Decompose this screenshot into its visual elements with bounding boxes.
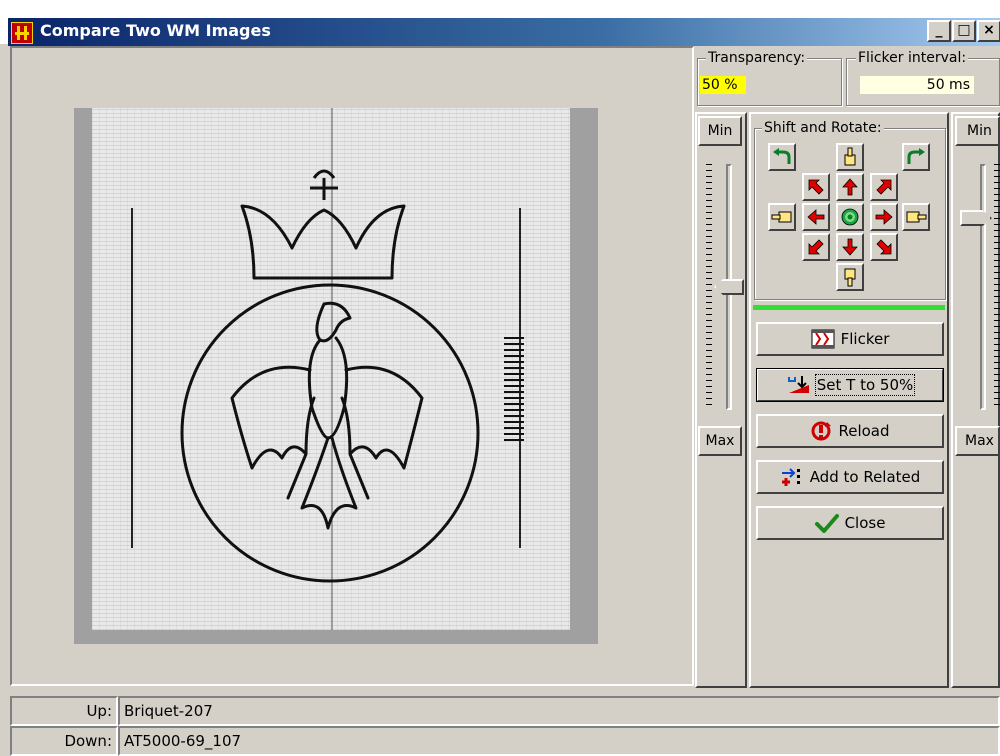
watermark-image[interactable]	[92, 108, 570, 630]
shift-up-left-button[interactable]	[802, 173, 830, 201]
left-slider-min-button[interactable]: Min	[698, 116, 742, 146]
set-transparency-icon	[787, 376, 809, 393]
arrow-down-right-icon	[876, 239, 892, 255]
add-related-icon	[781, 468, 800, 486]
close-button-label: Close	[844, 514, 886, 532]
shift-down-button[interactable]	[836, 233, 864, 261]
shift-down-hand-button[interactable]	[836, 263, 864, 291]
shift-right-button[interactable]	[870, 203, 898, 231]
down-image-row: Down: AT5000-69_107	[10, 726, 1000, 756]
flicker-button[interactable]: Flicker	[756, 322, 944, 356]
right-slider-min-label: Min	[967, 123, 992, 139]
reload-button-label: Reload	[838, 422, 890, 440]
hand-down-icon	[844, 268, 856, 287]
shift-up-hand-button[interactable]	[836, 143, 864, 171]
arrow-down-left-icon	[808, 239, 824, 255]
right-slider-track	[980, 164, 986, 410]
image-frame	[74, 108, 598, 644]
right-slider-max-button[interactable]: Max	[955, 426, 1000, 456]
flicker-icon	[811, 329, 835, 349]
left-slider-panel	[695, 112, 747, 688]
shift-up-button[interactable]	[836, 173, 864, 201]
maximize-button[interactable]: □	[952, 20, 976, 42]
add-to-related-button[interactable]: Add to Related	[756, 460, 944, 494]
rotate-right-button[interactable]	[902, 143, 930, 171]
close-window-button[interactable]: ×	[977, 20, 1000, 42]
left-slider-min-label: Min	[707, 123, 733, 139]
shift-down-right-button[interactable]	[870, 233, 898, 261]
shift-left-hand-button[interactable]	[768, 203, 796, 231]
set-t-button-label: Set T to 50%	[814, 374, 916, 396]
set-t-button[interactable]: Set T to 50%	[756, 368, 944, 402]
flicker-interval-label: Flicker interval:	[856, 50, 969, 66]
up-image-row: Up: Briquet-207	[10, 696, 1000, 726]
arrow-right-icon	[875, 209, 893, 225]
arrow-up-icon	[842, 178, 858, 196]
left-slider-ticks	[706, 164, 712, 410]
shift-left-button[interactable]	[802, 203, 830, 231]
minimize-button[interactable]: _	[927, 20, 951, 42]
watermark-drawing	[131, 108, 524, 630]
arrow-up-left-icon	[808, 179, 824, 195]
up-value: Briquet-207	[118, 696, 1000, 726]
target-icon	[841, 208, 859, 226]
rotate-right-icon	[907, 148, 925, 164]
right-slider-panel	[951, 112, 1000, 688]
shift-right-hand-button[interactable]	[902, 203, 930, 231]
down-value: AT5000-69_107	[118, 726, 1000, 756]
transparency-value[interactable]: 50 %	[700, 76, 746, 94]
image-compare-pane[interactable]	[10, 46, 694, 686]
arrow-up-right-icon	[876, 179, 892, 195]
transparency-label: Transparency:	[706, 50, 808, 66]
flicker-button-label: Flicker	[840, 330, 890, 348]
add-to-related-button-label: Add to Related	[809, 468, 921, 486]
app-icon[interactable]	[11, 22, 33, 44]
down-label: Down:	[10, 726, 118, 756]
arrow-down-icon	[842, 238, 858, 256]
shift-up-right-button[interactable]	[870, 173, 898, 201]
hand-up-icon	[844, 147, 856, 166]
up-label: Up:	[10, 696, 118, 726]
checkmark-icon	[814, 514, 839, 533]
arrow-left-icon	[807, 209, 825, 225]
reload-icon	[811, 421, 832, 441]
hand-right-icon	[906, 211, 927, 223]
flicker-interval-value[interactable]: 50 ms	[860, 76, 974, 94]
center-reset-button[interactable]	[836, 203, 864, 231]
right-slider-min-button[interactable]: Min	[955, 116, 1000, 146]
rotate-left-icon	[773, 148, 791, 164]
window-title: Compare Two WM Images	[40, 21, 271, 40]
shift-down-left-button[interactable]	[802, 233, 830, 261]
reload-button[interactable]: Reload	[756, 414, 944, 448]
left-slider-max-button[interactable]: Max	[698, 426, 742, 456]
title-bar: Compare Two WM Images _ □ ×	[0, 0, 1000, 46]
close-button[interactable]: Close	[756, 506, 944, 540]
left-slider-max-label: Max	[705, 433, 735, 449]
progress-bar	[753, 305, 945, 310]
hand-left-icon	[771, 211, 792, 223]
right-slider-max-label: Max	[965, 433, 994, 449]
rotate-left-button[interactable]	[768, 143, 796, 171]
shift-rotate-label: Shift and Rotate:	[762, 120, 884, 136]
right-slider-ticks	[994, 164, 1000, 410]
